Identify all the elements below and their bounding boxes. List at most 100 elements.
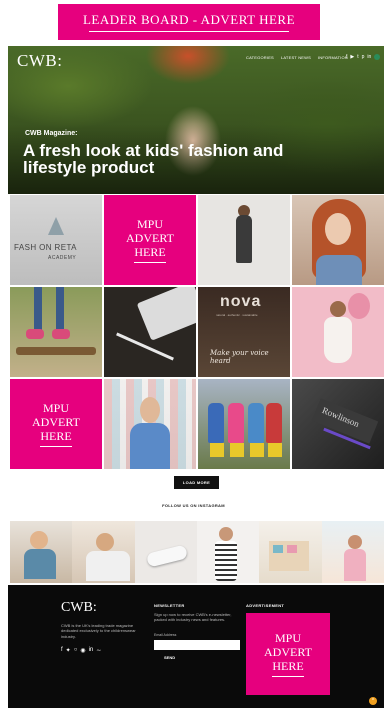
photo-shape (208, 403, 224, 443)
mpu-line: ADVERT (32, 415, 80, 429)
nova-logo: nova (220, 293, 262, 310)
newsletter-text: Sign up now to receive CWB's e-newslette… (154, 612, 232, 623)
rss-icon[interactable]: ∼ (96, 647, 101, 654)
facebook-icon[interactable]: f (61, 647, 63, 654)
instagram-icon[interactable]: ○ (74, 647, 78, 654)
mpu-line: MPU (136, 217, 163, 231)
twitter-icon[interactable]: ✦ (66, 647, 71, 654)
site-logo[interactable]: CWB: (17, 51, 62, 71)
academy-logo-icon (48, 217, 64, 235)
leaderboard-underline (89, 31, 289, 32)
photo-shape (287, 545, 298, 553)
instagram-post[interactable] (259, 521, 322, 583)
article-tile-swing[interactable] (10, 287, 102, 377)
photo-shape (266, 403, 282, 443)
article-tile-nova[interactable]: nova natural . authentic . sustainable M… (198, 287, 290, 377)
photo-shape (96, 533, 115, 551)
photo-shape (130, 423, 170, 469)
hero-banner[interactable]: CWB: CATEGORIES LATEST NEWS INFORMATION … (8, 46, 384, 194)
photo-shape (324, 317, 352, 363)
mpu-line: HERE (40, 429, 72, 443)
article-tile-rowlinson[interactable]: Rowlinson (292, 379, 384, 469)
mpu-line: ADVERT (264, 645, 312, 659)
email-field[interactable] (154, 640, 240, 650)
footer-logo[interactable]: CWB: (61, 600, 97, 616)
search-icon[interactable] (374, 54, 381, 60)
mpu-advert[interactable]: MPU ADVERT HERE (104, 195, 196, 285)
send-button[interactable]: SEND (164, 655, 175, 660)
photo-shape (228, 403, 244, 443)
nav-item-latest-news[interactable]: LATEST NEWS (281, 55, 311, 60)
mpu-underline (134, 262, 166, 263)
site-footer: CWB: CWB is the UK's leading trade magaz… (8, 585, 384, 708)
photo-shape (16, 347, 96, 355)
footer-social: f ✦ ○ ◉ in ∼ (61, 647, 101, 654)
youtube-icon[interactable]: ▶ (350, 54, 354, 60)
load-more-button[interactable]: LOAD MORE (174, 476, 219, 489)
mpu-advert[interactable]: MPU ADVERT HERE (246, 613, 330, 695)
photo-shape (218, 527, 233, 541)
photo-shape (56, 287, 64, 331)
linkedin-icon[interactable]: in (367, 54, 371, 60)
article-tile-girl[interactable] (292, 195, 384, 285)
leaderboard-label: LEADER BOARD - ADVERT HERE (82, 12, 296, 27)
leaderboard-advert[interactable]: LEADER BOARD - ADVERT HERE (58, 4, 320, 40)
twitter-icon[interactable]: t (357, 54, 358, 60)
instagram-post[interactable] (196, 521, 260, 583)
scroll-top-button[interactable]: ^ (369, 697, 377, 705)
photo-shape (86, 551, 131, 581)
newsletter-heading: NEWSLETTER (154, 603, 185, 608)
photo-shape (236, 215, 252, 263)
photo-shape (52, 329, 70, 339)
photo-shape (210, 443, 224, 457)
instagram-post[interactable] (10, 521, 73, 583)
nav-item-categories[interactable]: CATEGORIES (246, 55, 274, 60)
article-tile-boy[interactable] (198, 195, 290, 285)
article-tile-pink-dress[interactable] (292, 287, 384, 377)
photo-shape (250, 443, 264, 457)
mpu-advert[interactable]: MPU ADVERT HERE (10, 379, 102, 469)
article-tile-shoe-wall[interactable] (104, 379, 196, 469)
email-label: Email Address (154, 633, 177, 637)
photo-shape (348, 293, 370, 319)
photo-shape (330, 301, 346, 317)
article-tile-kids-outdoors[interactable] (198, 379, 290, 469)
photo-shape (140, 397, 160, 423)
mpu-line: HERE (272, 659, 304, 673)
mpu-line: MPU (274, 631, 301, 645)
footer-about: CWB is the UK's leading trade magazine d… (61, 623, 136, 639)
facebook-icon[interactable]: f (346, 54, 347, 60)
photo-shape (325, 213, 351, 245)
nova-script: Make your voice heard (210, 349, 269, 365)
photo-shape (230, 443, 244, 457)
photo-shape (343, 549, 366, 581)
instagram-post[interactable] (134, 521, 197, 583)
instagram-post[interactable] (72, 521, 135, 583)
photo-shape (248, 403, 264, 443)
mpu-line: HERE (134, 245, 166, 259)
tile-subtext: ACADEMY (48, 255, 77, 261)
article-tile-fashion-retail[interactable]: FASH ON RETA ACADEMY (10, 195, 102, 285)
tile-text: FASH ON RETA (14, 243, 77, 252)
photo-shape (316, 255, 362, 285)
nav-item-information[interactable]: INFORMATION (318, 55, 348, 60)
main-nav: CATEGORIES LATEST NEWS INFORMATION (246, 55, 348, 60)
photo-shape (30, 531, 48, 549)
article-tile-laptop[interactable] (104, 287, 196, 377)
photo-shape (116, 332, 174, 361)
mpu-line: MPU (42, 401, 69, 415)
hero-kicker: CWB Magazine: (25, 130, 78, 137)
mpu-underline (40, 446, 72, 447)
pinterest-icon[interactable]: p (362, 54, 365, 60)
pinterest-icon[interactable]: ◉ (80, 647, 85, 654)
nova-tagline: natural . authentic . sustainable (216, 313, 258, 317)
linkedin-icon[interactable]: in (89, 647, 94, 654)
header-social: f ▶ t p in (346, 54, 381, 60)
instagram-post[interactable] (321, 521, 384, 583)
photo-shape (26, 329, 44, 339)
photo-shape (145, 544, 188, 568)
photo-shape (273, 545, 284, 553)
hero-headline[interactable]: A fresh look at kids' fashion and lifest… (23, 142, 323, 176)
rowlinson-text: Rowlinson (320, 405, 361, 430)
photo-shape (347, 535, 362, 549)
